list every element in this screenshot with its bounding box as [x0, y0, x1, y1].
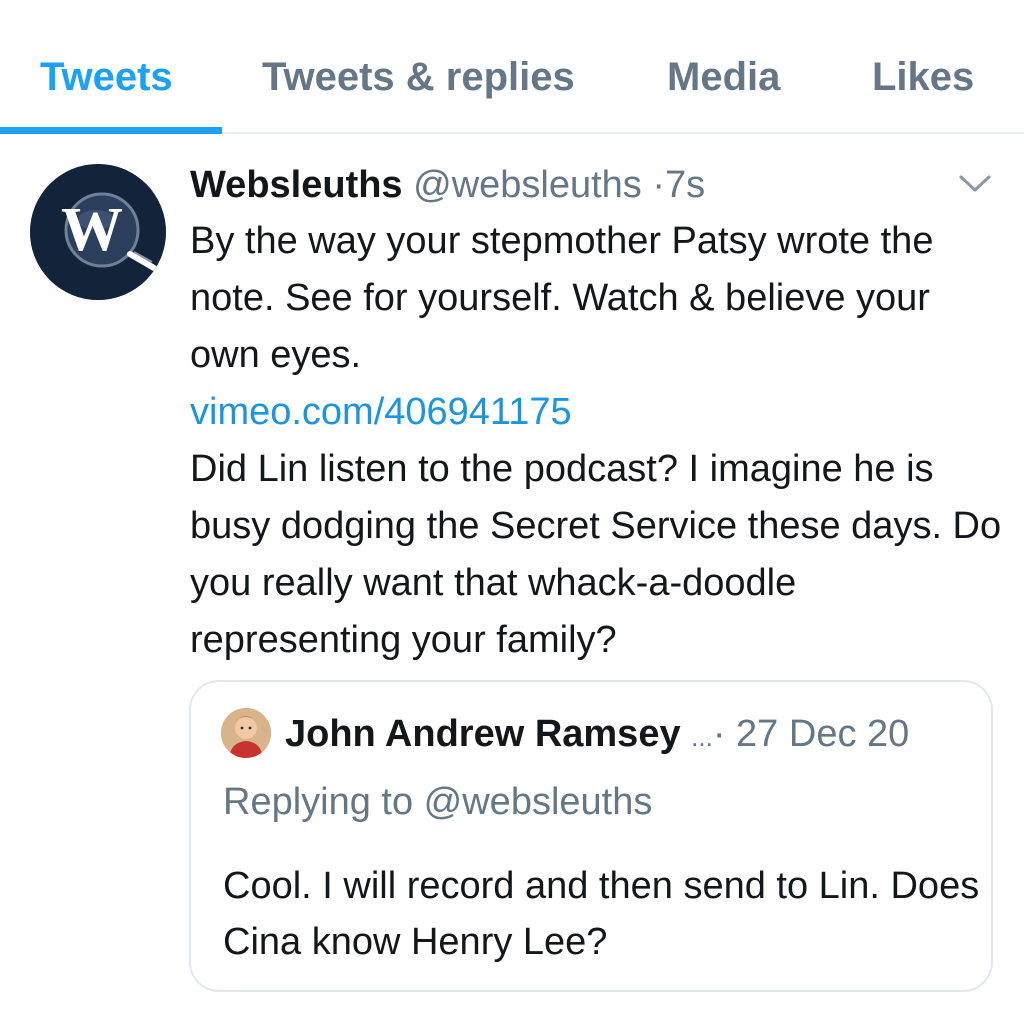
tab-likes[interactable]: Likes: [872, 52, 974, 102]
avatar-letter: W: [61, 196, 123, 264]
tweet-time[interactable]: 7s: [665, 164, 705, 206]
handle[interactable]: @websleuths: [413, 164, 642, 206]
quoted-header: John Andrew Ramsey ...· 27 Dec 20: [285, 706, 909, 762]
quoted-date: 27 Dec 20: [736, 713, 910, 755]
websleuths-logo: W: [30, 164, 166, 300]
quoted-handle-ellipsis: ...: [691, 722, 713, 752]
quoted-tweet-card[interactable]: John Andrew Ramsey ...· 27 Dec 20 Replyi…: [189, 680, 993, 992]
tweet-text-part-1: By the way your stepmother Patsy wrote t…: [190, 220, 934, 376]
quoted-avatar-photo: [221, 708, 271, 758]
chevron-down-icon: [959, 175, 991, 192]
tweet-text-part-2: Did Lin listen to the podcast? I imagine…: [190, 448, 1002, 661]
quoted-display-name: John Andrew Ramsey: [285, 713, 681, 755]
active-tab-indicator: [0, 127, 222, 134]
quoted-avatar: [221, 708, 271, 758]
tab-tweets-and-replies[interactable]: Tweets & replies: [262, 52, 575, 102]
tweet-link[interactable]: vimeo.com/406941175: [190, 384, 1010, 441]
replying-to: Replying to @websleuths: [223, 781, 653, 823]
separator-dot: ·: [652, 164, 666, 206]
tweet-menu-caret[interactable]: [958, 172, 992, 196]
avatar[interactable]: W: [30, 164, 166, 300]
tab-media[interactable]: Media: [667, 52, 780, 102]
display-name[interactable]: Websleuths: [190, 164, 403, 206]
tweet-header: Websleuths @websleuths ·7s: [190, 160, 705, 210]
tweet-text: By the way your stepmother Patsy wrote t…: [190, 213, 1010, 669]
tab-tweets[interactable]: Tweets: [40, 52, 173, 102]
quoted-separator-dot: ·: [712, 713, 726, 755]
quoted-text: Cool. I will record and then send to Lin…: [223, 865, 980, 963]
profile-tabs: Tweets Tweets & replies Media Likes: [0, 0, 1024, 134]
